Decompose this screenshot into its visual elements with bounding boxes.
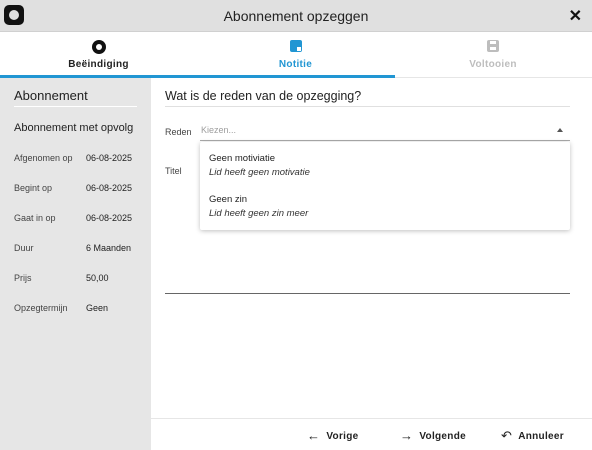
undo-icon: ↶	[501, 428, 513, 443]
circle-icon	[92, 40, 106, 54]
reason-label: Reden	[165, 127, 192, 137]
step-beeindiging[interactable]: Beëindiging	[0, 32, 197, 78]
option-subtitle: Lid heeft geen motivatie	[209, 167, 310, 178]
detail-label: Duur	[14, 243, 34, 253]
step-tabs: Beëindiging Notitie Voltooien	[0, 32, 592, 78]
title-bar: Abonnement opzeggen ✕	[0, 0, 592, 32]
subscription-sidebar: Abonnement Abonnement met opvolg Afgenom…	[0, 78, 151, 450]
option-title: Geen zin	[209, 194, 248, 205]
note-form: Wat is de reden van de opzegging? Reden …	[151, 78, 592, 418]
option-subtitle: Lid heeft geen zin meer	[209, 208, 309, 219]
dropdown-option[interactable]: Geen motiviatie Lid heeft geen motivatie	[209, 153, 310, 178]
detail-label: Prijs	[14, 273, 32, 283]
note-textarea[interactable]	[165, 293, 570, 294]
detail-value: 06-08-2025	[86, 183, 133, 193]
detail-value: 6 Maanden	[86, 243, 132, 253]
footer-bar: ← Vorige → Volgende ↶ Annuleer	[151, 418, 592, 450]
detail-label: Begint op	[14, 183, 53, 193]
arrow-left-icon: ←	[307, 428, 321, 443]
detail-value: 06-08-2025	[86, 153, 133, 163]
cancel-button[interactable]: ↶ Annuleer	[501, 427, 564, 443]
detail-label: Gaat in op	[14, 213, 56, 223]
option-title: Geen motiviatie	[209, 153, 276, 164]
step-label: Notitie	[278, 59, 313, 70]
detail-value: Geen	[86, 303, 109, 313]
step-label: Beëindiging	[68, 59, 129, 70]
detail-label: Opzegtermijn	[14, 303, 68, 313]
detail-value: 06-08-2025	[86, 213, 133, 223]
detail-value: 50,00	[86, 273, 109, 283]
reason-select[interactable]: Kiezen...	[200, 122, 570, 141]
window-title: Abonnement opzeggen	[223, 8, 369, 24]
detail-label: Afgenomen op	[14, 153, 73, 163]
caret-up-icon[interactable]	[557, 128, 563, 132]
step-voltooien: Voltooien	[394, 32, 592, 78]
subscription-name: Abonnement met opvolg	[14, 122, 134, 134]
title-label: Titel	[165, 166, 182, 176]
step-label: Voltooien	[469, 59, 517, 70]
divider	[14, 106, 137, 107]
close-icon[interactable]: ✕	[569, 6, 582, 26]
sidebar-heading: Abonnement	[14, 88, 88, 103]
arrow-right-icon: →	[400, 428, 414, 443]
step-notitie[interactable]: Notitie	[197, 32, 394, 78]
divider	[165, 106, 570, 107]
form-question: Wat is de reden van de opzegging?	[165, 89, 362, 103]
save-icon	[487, 40, 499, 52]
next-button[interactable]: → Volgende	[400, 427, 466, 443]
reason-placeholder: Kiezen...	[201, 125, 237, 135]
note-icon	[290, 40, 302, 52]
reason-dropdown: Geen motiviatie Lid heeft geen motivatie…	[200, 142, 570, 230]
previous-button[interactable]: ← Vorige	[307, 427, 359, 443]
dropdown-option[interactable]: Geen zin Lid heeft geen zin meer	[209, 194, 308, 219]
